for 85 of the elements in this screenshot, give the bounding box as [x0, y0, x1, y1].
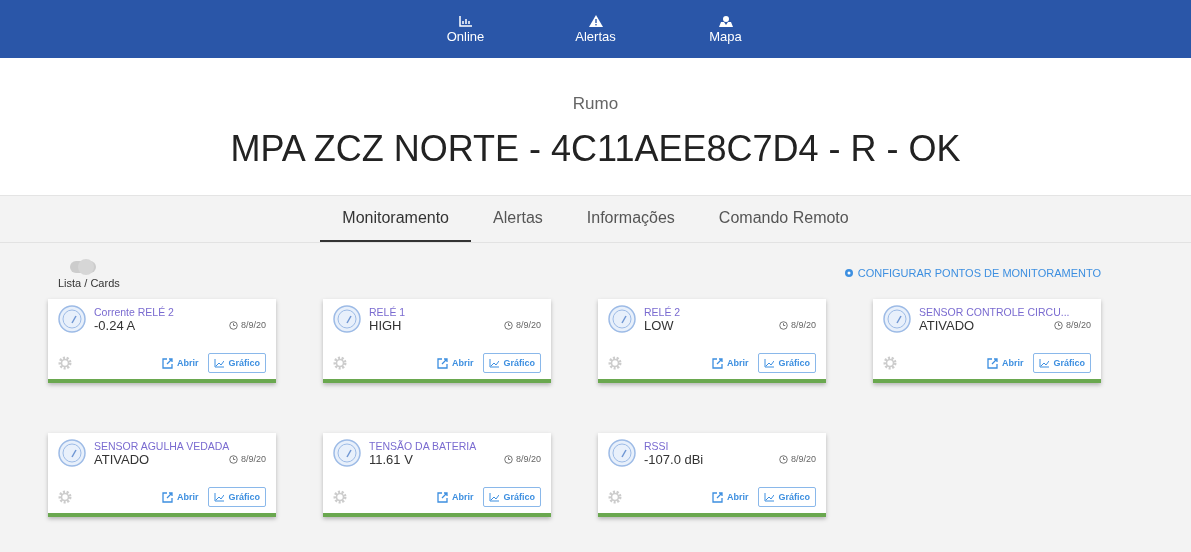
external-link-icon — [436, 491, 448, 503]
chart-button[interactable]: Gráfico — [758, 353, 816, 373]
chart-button[interactable]: Gráfico — [483, 353, 541, 373]
sensor-name[interactable]: RSSI — [644, 439, 816, 452]
gauge-icon — [608, 439, 636, 467]
chart-button[interactable]: Gráfico — [1033, 353, 1091, 373]
chart-icon — [458, 14, 473, 27]
open-button[interactable]: Abrir — [711, 357, 749, 369]
open-button[interactable]: Abrir — [436, 357, 474, 369]
clock-icon — [228, 320, 238, 330]
chart-button[interactable]: Gráfico — [758, 487, 816, 507]
sensor-value: HIGH — [369, 317, 402, 333]
timestamp: 8/9/20 — [790, 320, 816, 330]
gauge-icon — [883, 305, 911, 333]
gauge-icon — [58, 439, 86, 467]
sensor-value: 11.61 V — [369, 451, 413, 467]
sensor-name[interactable]: Corrente RELÉ 2 — [94, 305, 266, 318]
sensor-name[interactable]: RELÉ 1 — [369, 305, 541, 318]
clock-icon — [778, 454, 788, 464]
chart-button[interactable]: Gráfico — [208, 353, 266, 373]
line-chart-icon — [1039, 358, 1050, 368]
sensor-value: LOW — [644, 317, 674, 333]
tab[interactable]: Monitoramento — [320, 196, 471, 242]
tab[interactable]: Comando Remoto — [696, 196, 871, 242]
gauge-icon — [333, 305, 361, 333]
sensor-name[interactable]: RELÉ 2 — [644, 305, 816, 318]
settings-icon — [843, 268, 854, 278]
line-chart-icon — [489, 358, 500, 368]
timestamp: 8/9/20 — [790, 454, 816, 464]
gauge-icon — [608, 305, 636, 333]
open-button[interactable]: Abrir — [161, 357, 199, 369]
nav-item[interactable]: Alertas — [560, 14, 631, 44]
sensor-name[interactable]: SENSOR CONTROLE CIRCU... — [919, 305, 1091, 318]
timestamp: 8/9/20 — [240, 454, 266, 464]
gear-icon[interactable] — [58, 490, 72, 504]
configure-link[interactable]: CONFIGURAR PONTOS DE MONITORAMENTO — [843, 267, 1101, 279]
sensor-value: -107.0 dBi — [644, 451, 704, 467]
warning-icon — [588, 14, 603, 27]
subtitle: Rumo — [572, 94, 619, 114]
gear-icon[interactable] — [883, 356, 897, 370]
clock-icon — [228, 454, 238, 464]
gear-icon[interactable] — [333, 490, 347, 504]
external-link-icon — [986, 357, 998, 369]
external-link-icon — [161, 357, 173, 369]
timestamp: 8/9/20 — [515, 320, 541, 330]
open-button[interactable]: Abrir — [161, 491, 199, 503]
gear-icon[interactable] — [333, 356, 347, 370]
timestamp: 8/9/20 — [1065, 320, 1091, 330]
clock-icon — [503, 454, 513, 464]
toggle-label: Lista / Cards — [58, 277, 120, 289]
gauge-icon — [58, 305, 86, 333]
chart-button[interactable]: Gráfico — [483, 487, 541, 507]
clock-icon — [778, 320, 788, 330]
open-button[interactable]: Abrir — [711, 491, 749, 503]
external-link-icon — [161, 491, 173, 503]
timestamp: 8/9/20 — [240, 320, 266, 330]
open-button[interactable]: Abrir — [986, 357, 1024, 369]
sensor-name[interactable]: SENSOR AGULHA VEDADA — [94, 439, 266, 452]
line-chart-icon — [764, 358, 775, 368]
sensor-name[interactable]: TENSÃO DA BATERIA — [369, 439, 541, 452]
nav-item[interactable]: Mapa — [690, 14, 761, 44]
line-chart-icon — [214, 492, 225, 502]
gear-icon[interactable] — [608, 490, 622, 504]
line-chart-icon — [214, 358, 225, 368]
external-link-icon — [436, 357, 448, 369]
sensor-value: ATIVADO — [94, 451, 150, 467]
gear-icon[interactable] — [608, 356, 622, 370]
open-button[interactable]: Abrir — [436, 491, 474, 503]
clock-icon — [503, 320, 513, 330]
sensor-value: -0.24 A — [94, 317, 136, 333]
toggle-switch[interactable] — [70, 261, 96, 273]
gauge-icon — [333, 439, 361, 467]
clock-icon — [1053, 320, 1063, 330]
page-title: MPA ZCZ NORTE - 4C11AEE8C7D4 - R - OK — [230, 128, 961, 170]
external-link-icon — [711, 357, 723, 369]
gear-icon[interactable] — [58, 356, 72, 370]
chart-button[interactable]: Gráfico — [208, 487, 266, 507]
timestamp: 8/9/20 — [515, 454, 541, 464]
sensor-value: ATIVADO — [919, 317, 975, 333]
external-link-icon — [711, 491, 723, 503]
nav-item[interactable]: Online — [430, 14, 501, 44]
line-chart-icon — [489, 492, 500, 502]
tab[interactable]: Alertas — [471, 196, 565, 242]
tab[interactable]: Informações — [564, 196, 697, 242]
line-chart-icon — [764, 492, 775, 502]
